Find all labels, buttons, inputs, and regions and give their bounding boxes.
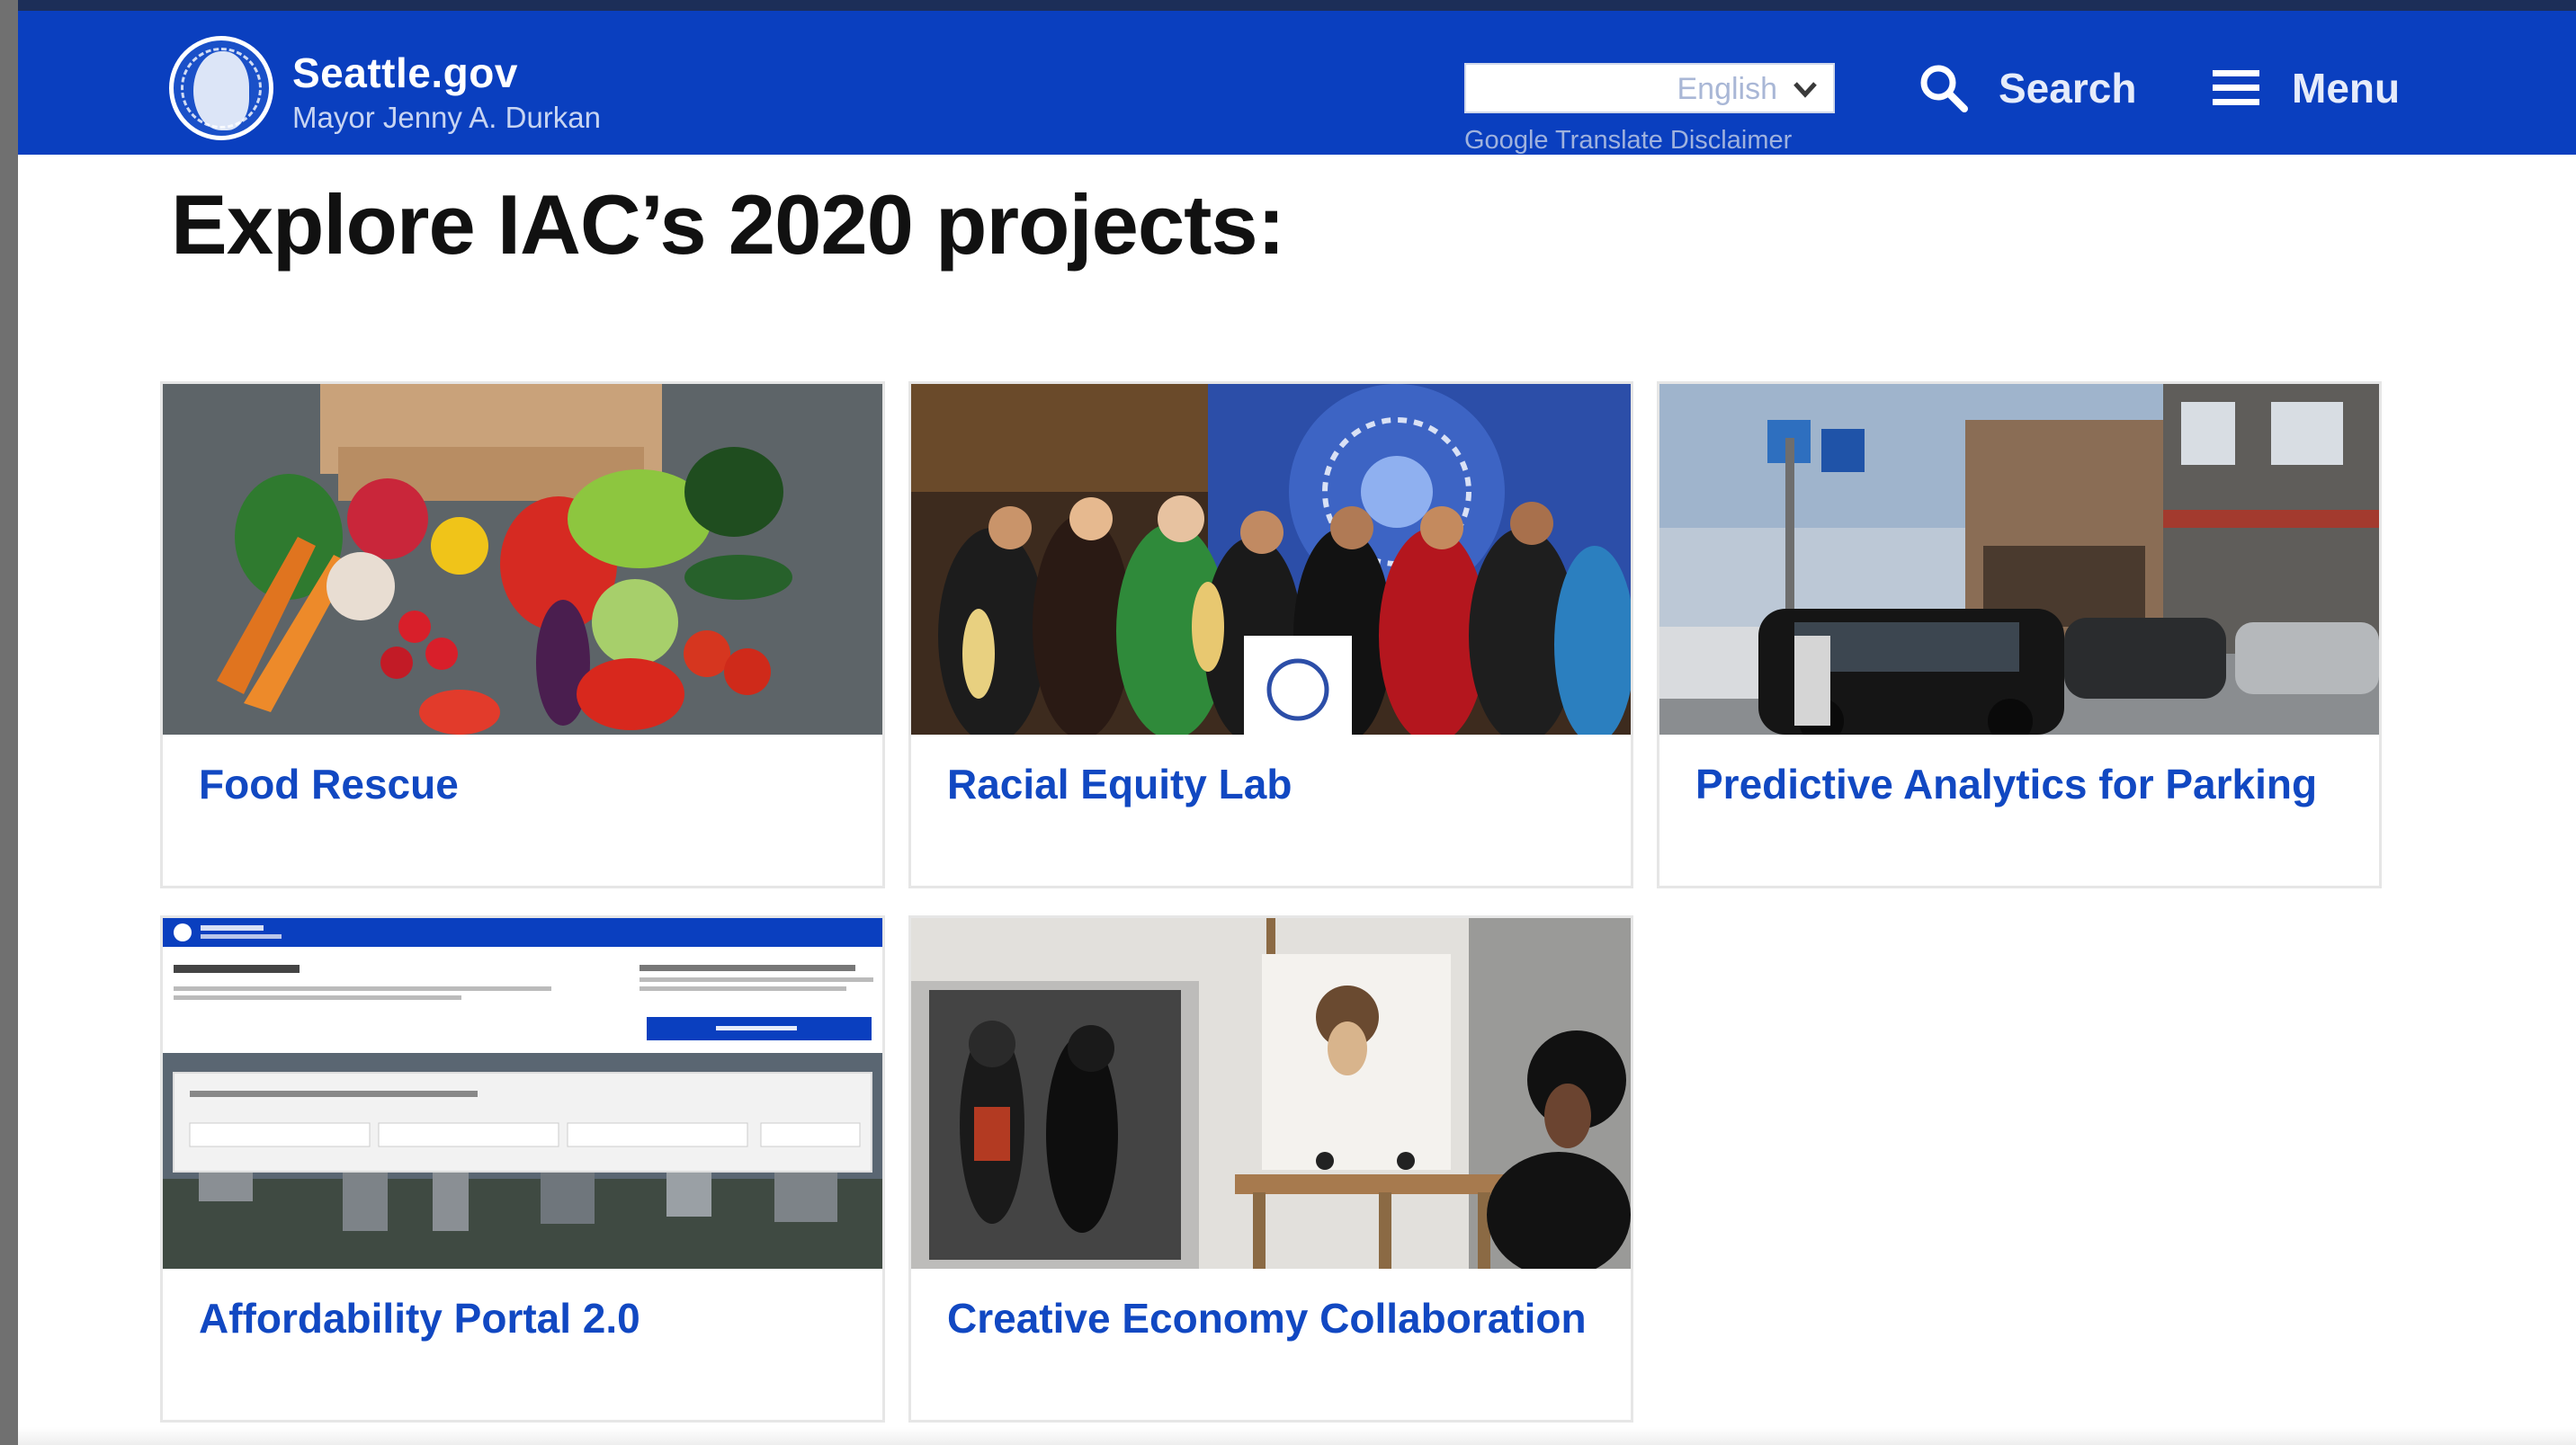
performers-photo[interactable] <box>911 384 1631 735</box>
chevron-down-icon <box>1793 82 1817 98</box>
project-title[interactable]: Creative Economy Collaboration <box>947 1296 1595 1341</box>
search-icon <box>1920 65 1968 112</box>
site-title[interactable]: Seattle.gov <box>292 49 518 97</box>
project-card-predictive-analytics-parking[interactable]: Predictive Analytics for Parking <box>1657 381 2382 888</box>
city-seal-icon[interactable] <box>169 36 273 140</box>
menu-label: Menu <box>2292 65 2401 111</box>
project-card-racial-equity-lab[interactable]: Racial Equity Lab <box>908 381 1633 888</box>
site-subtitle: Mayor Jenny A. Durkan <box>292 101 601 134</box>
search-button[interactable]: Search <box>1918 56 2136 120</box>
project-card-affordability-portal[interactable]: Affordability Portal 2.0 <box>160 915 885 1423</box>
art-studio-photo[interactable] <box>911 918 1631 1269</box>
project-title[interactable]: Food Rescue <box>199 762 846 807</box>
street-parking-photo[interactable] <box>1659 384 2379 735</box>
project-card-food-rescue[interactable]: Food Rescue <box>160 381 885 888</box>
page-title: Explore IAC’s 2020 projects: <box>171 177 1285 272</box>
page: Seattle.gov Mayor Jenny A. Durkan Englis… <box>18 0 2576 1445</box>
translate-disclaimer-link[interactable]: Google Translate Disclaimer <box>1464 126 1792 156</box>
site-header: Seattle.gov Mayor Jenny A. Durkan Englis… <box>18 0 2576 155</box>
portal-screenshot[interactable] <box>163 918 882 1269</box>
hamburger-menu-icon <box>2213 70 2259 105</box>
project-title[interactable]: Predictive Analytics for Parking <box>1695 762 2343 807</box>
language-select-value: English <box>1677 72 1777 106</box>
language-select[interactable]: English <box>1464 63 1835 113</box>
vegetables-photo[interactable] <box>163 384 882 735</box>
menu-button[interactable]: Menu <box>2213 56 2400 120</box>
project-title[interactable]: Affordability Portal 2.0 <box>199 1296 846 1341</box>
page-bottom-edge <box>18 1427 2576 1445</box>
project-title[interactable]: Racial Equity Lab <box>947 762 1595 807</box>
project-card-creative-economy[interactable]: Creative Economy Collaboration <box>908 915 1633 1423</box>
search-label: Search <box>1999 65 2137 111</box>
